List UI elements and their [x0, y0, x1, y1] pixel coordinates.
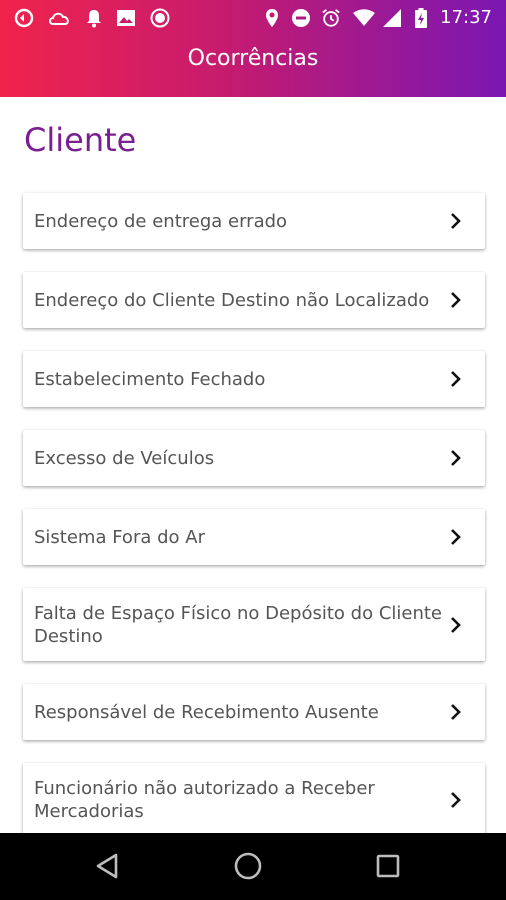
- list-item-label: Sistema Fora do Ar: [34, 526, 205, 548]
- main-content[interactable]: Cliente Endereço de entrega errado Ender…: [0, 97, 506, 833]
- recents-button[interactable]: [371, 849, 405, 883]
- bell-icon: [84, 8, 104, 28]
- chevron-right-icon: [451, 791, 461, 808]
- battery-charging-icon: [414, 8, 428, 28]
- status-bar: 17:37: [0, 0, 506, 36]
- list-item-label: Endereço do Cliente Destino não Localiza…: [34, 289, 430, 311]
- chevron-right-icon: [451, 213, 461, 229]
- back-button[interactable]: [90, 849, 124, 883]
- list-item-label: Funcionário não autorizado a Receber Mer…: [34, 777, 375, 822]
- list-item[interactable]: Falta de Espaço Físico no Depósito do Cl…: [23, 588, 485, 661]
- recents-icon: [376, 854, 400, 878]
- image-icon: [116, 8, 136, 28]
- list-item-label: Falta de Espaço Físico no Depósito do Cl…: [34, 602, 442, 647]
- list-item[interactable]: Funcionário não autorizado a Receber Mer…: [23, 763, 485, 833]
- home-icon: [234, 852, 262, 880]
- list-item-label: Estabelecimento Fechado: [34, 368, 266, 390]
- signal-icon: [382, 8, 402, 28]
- list-item-label: Excesso de Veículos: [34, 447, 215, 469]
- list-item[interactable]: Excesso de Veículos: [23, 430, 485, 486]
- chevron-right-icon: [451, 616, 461, 633]
- list-item[interactable]: Estabelecimento Fechado: [23, 351, 485, 407]
- page-title: Ocorrências: [187, 46, 319, 71]
- location-icon: [262, 8, 282, 28]
- chevron-right-icon: [451, 292, 461, 308]
- list-item[interactable]: Endereço do Cliente Destino não Localiza…: [23, 272, 485, 328]
- sync-icon: [14, 8, 34, 28]
- chevron-right-icon: [451, 529, 461, 545]
- alarm-icon: [321, 8, 341, 28]
- wifi-icon: [352, 8, 376, 28]
- home-button[interactable]: [231, 849, 265, 883]
- cloud-icon: [48, 8, 72, 28]
- system-nav-bar: [0, 833, 506, 900]
- chevron-right-icon: [451, 450, 461, 466]
- app-header: 17:37 Ocorrências: [0, 0, 506, 97]
- list-item[interactable]: Responsável de Recebimento Ausente: [23, 684, 485, 740]
- section-title: Cliente: [24, 121, 137, 159]
- chevron-right-icon: [451, 371, 461, 387]
- list-item[interactable]: Endereço de entrega errado: [23, 193, 485, 249]
- list-item-label: Endereço de entrega errado: [34, 210, 288, 232]
- do-not-disturb-icon: [291, 8, 311, 28]
- list-item-label: Responsável de Recebimento Ausente: [34, 701, 379, 723]
- circle-icon: [150, 8, 170, 28]
- status-time: 17:37: [440, 7, 492, 28]
- list-item[interactable]: Sistema Fora do Ar: [23, 509, 485, 565]
- back-icon: [96, 853, 118, 879]
- chevron-right-icon: [451, 704, 461, 720]
